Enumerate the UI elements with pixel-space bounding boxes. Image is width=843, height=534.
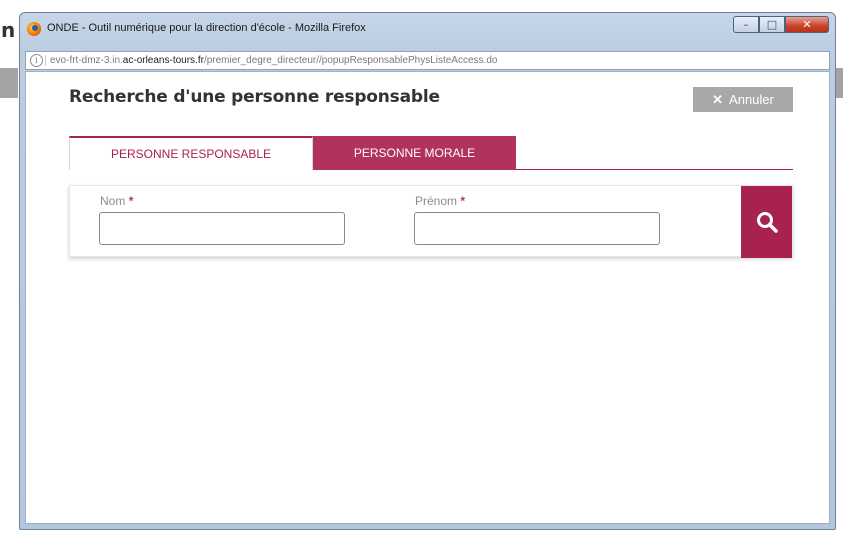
minimize-button[interactable]: – [733, 16, 759, 33]
background-app-strip [0, 68, 18, 98]
popup-content: Recherche d'une personne responsable ✕ A… [25, 71, 830, 524]
search-icon [756, 212, 778, 233]
tab-personne-responsable[interactable]: PERSONNE RESPONSABLE [69, 136, 313, 170]
search-button[interactable] [741, 186, 792, 258]
background-app-letter: n [1, 18, 16, 42]
url-path: /premier_degre_directeur//popupResponsab… [203, 55, 498, 66]
popup-window: ONDE - Outil numérique pour la direction… [19, 12, 836, 530]
cancel-button[interactable]: ✕ Annuler [693, 87, 793, 112]
window-titlebar[interactable]: ONDE - Outil numérique pour la direction… [20, 13, 835, 41]
info-icon[interactable]: i [30, 54, 43, 67]
prenom-label: Prénom * [415, 194, 465, 208]
tab-bar: PERSONNE RESPONSABLE PERSONNE MORALE [69, 136, 793, 170]
maximize-button[interactable]: □ [759, 16, 785, 33]
cancel-label: Annuler [729, 92, 774, 107]
close-icon: ✕ [712, 91, 724, 107]
url-prefix: evo-frt-dmz-3.in. [50, 55, 123, 66]
nom-input[interactable] [99, 212, 345, 245]
prenom-label-text: Prénom [415, 194, 458, 208]
required-marker: * [460, 194, 466, 208]
tab-personne-morale[interactable]: PERSONNE MORALE [313, 136, 516, 170]
firefox-icon [27, 22, 41, 36]
required-marker: * [128, 194, 134, 208]
prenom-input[interactable] [414, 212, 660, 245]
nom-label: Nom * [100, 194, 133, 208]
url-text: evo-frt-dmz-3.in.ac-orleans-tours.fr/pre… [50, 52, 497, 69]
page-title: Recherche d'une personne responsable [69, 87, 440, 107]
close-window-button[interactable]: ✕ [785, 16, 829, 33]
url-separator [45, 55, 46, 66]
url-host: ac-orleans-tours.fr [122, 55, 204, 66]
search-form: Nom * Prénom * [69, 185, 793, 258]
nom-label-text: Nom [100, 194, 126, 208]
window-title: ONDE - Outil numérique pour la direction… [47, 22, 366, 34]
address-bar[interactable]: i evo-frt-dmz-3.in.ac-orleans-tours.fr/p… [25, 51, 830, 70]
window-controls: – □ ✕ [733, 16, 829, 33]
